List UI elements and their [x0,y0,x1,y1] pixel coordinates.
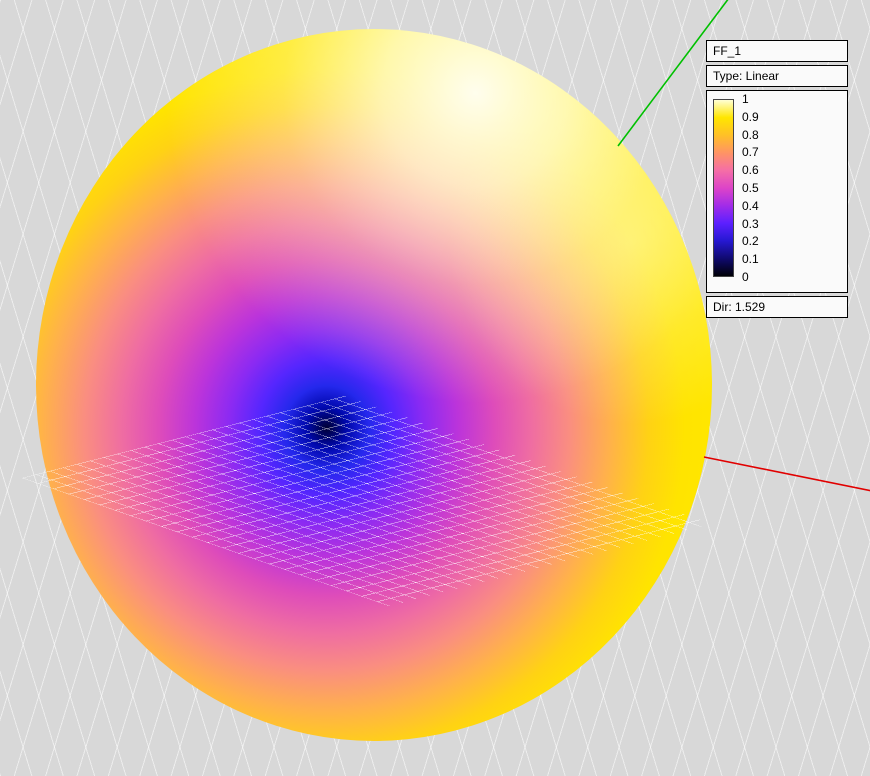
legend-colorbar-section: 1 0.9 0.8 0.7 0.6 0.5 0.4 0.3 0.2 0.1 0 [706,90,848,293]
colorbar-tick-label: 0.8 [742,128,759,142]
colorbar-tick-label: 0.4 [742,199,759,213]
colorbar [713,99,734,277]
colorbar-tick-label: 0.6 [742,163,759,177]
legend-directivity: Dir: 1.529 [706,296,848,318]
colorbar-tick-label: 0.2 [742,234,759,248]
colorbar-tick-label: 1 [742,92,759,106]
colorbar-tick-label: 0.1 [742,252,759,266]
colorbar-tick-label: 0.3 [742,217,759,231]
farfield-legend: FF_1 Type: Linear 1 0.9 0.8 0.7 0.6 0.5 0.4 0.3… [706,40,848,318]
colorbar-tick-label: 0.9 [742,110,759,124]
colorbar-tick-label: 0.7 [742,145,759,159]
viewport-3d[interactable]: FF_1 Type: Linear 1 0.9 0.8 0.7 0.6 0.5 0.4 0.3… [0,0,870,776]
colorbar-tick-label: 0 [742,270,759,284]
legend-type-label: Type: Linear [706,65,848,87]
legend-title: FF_1 [706,40,848,62]
farfield-pattern [36,29,712,741]
colorbar-tick-label: 0.5 [742,181,759,195]
colorbar-tick-labels: 1 0.9 0.8 0.7 0.6 0.5 0.4 0.3 0.2 0.1 0 [742,92,759,284]
